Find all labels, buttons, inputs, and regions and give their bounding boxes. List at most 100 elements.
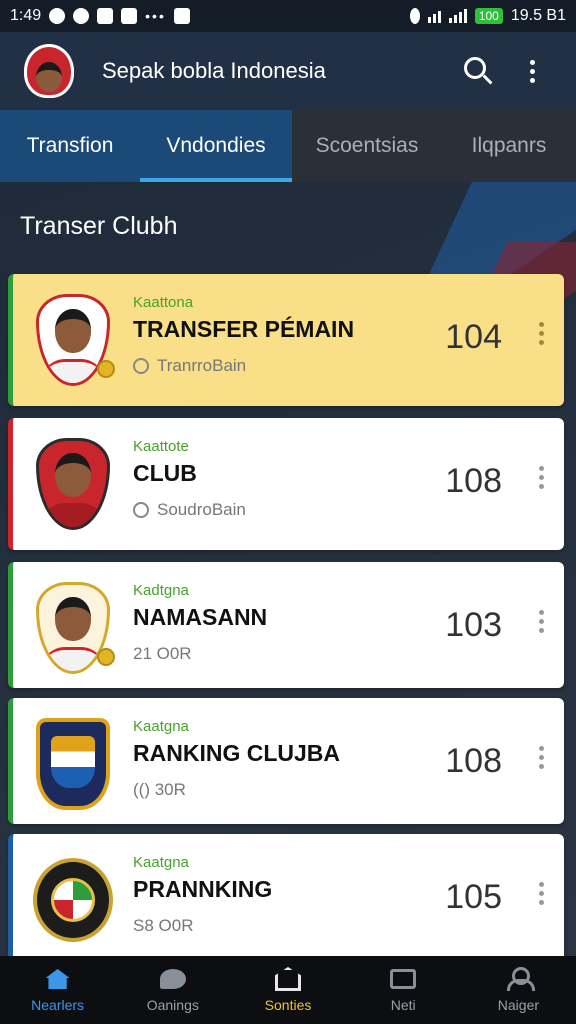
tag-icon [133,358,149,374]
card-category: Kaatgna [133,718,189,735]
football-icon [51,878,95,922]
player-face [36,62,62,92]
status-left: 1:49 ••• [10,7,190,25]
mail-icon [121,8,138,24]
search-icon [464,57,486,79]
player-face [55,309,91,353]
more-options-button[interactable] [512,51,552,91]
card-subtitle: TranrroBain [133,356,246,376]
nav-label: Sonties [264,997,312,1013]
card-value: 108 [445,742,502,780]
status-time: 1:49 [10,7,42,24]
player-face [55,597,91,641]
jersey [41,647,105,671]
card-subtitle: S8 O0R [133,916,193,936]
wifi-icon [427,9,441,23]
nav-label: Naiger [497,997,540,1013]
app-icon [173,8,190,24]
nav-item-oanings[interactable]: Oanings [115,956,230,1024]
more-vertical-icon[interactable] [539,746,544,769]
app-bar: Sepak bobla Indonesia [0,32,576,110]
list-item[interactable]: Kaattote CLUB SoudroBain 108 [8,418,564,550]
tab-vndondies[interactable]: Vndondies [140,110,292,182]
tab-ilqpanrs[interactable]: Ilqpanrs [442,110,576,182]
card-subtitle-text: SoudroBain [157,500,246,519]
bottom-nav: Nearlers Oanings Sonties Neti Naiger [0,956,576,1024]
more-vertical-icon[interactable] [539,322,544,345]
card-subtitle: SoudroBain [133,500,246,520]
nav-label: Nearlers [31,997,85,1013]
crest-emblem [51,736,95,788]
main-content: Transer Clubh Kaattona TRANSFER PÉMAIN T… [0,182,576,956]
club-crest-icon [36,718,110,810]
list-item[interactable]: Kaattona TRANSFER PÉMAIN TranrroBain 104 [8,274,564,406]
nav-label: Oanings [146,997,199,1013]
card-title: NAMASANN [133,604,268,630]
card-category: Kadtgna [133,582,189,599]
list-item[interactable]: Kaatgna PRANNKING S8 O0R 105 [8,834,564,956]
player-badge [33,580,115,676]
tab-bar: Transfion Vndondies Scoentsias Ilqpanrs [0,110,576,182]
house-icon [274,967,302,991]
section-title: Transer Clubh [20,212,178,240]
sync-icon [73,8,90,24]
football-crest-icon [33,858,113,942]
tab-scoentsias[interactable]: Scoentsias [292,110,442,182]
player-face [55,453,91,497]
card-value: 108 [445,462,502,500]
status-right: 100 19.5 B1 [409,7,566,25]
image-icon [97,8,114,24]
more-vertical-icon[interactable] [539,882,544,905]
notification-icon [49,8,66,24]
user-icon [504,967,536,991]
card-title: TRANSFER PÉMAIN [133,316,355,342]
search-button[interactable] [458,51,498,91]
card-subtitle-text: TranrroBain [157,356,247,375]
status-bar: 1:49 ••• 100 19.5 B1 [0,0,576,32]
card-value: 103 [445,606,502,644]
status-right-text: 19.5 B1 [510,7,566,24]
tab-transfion[interactable]: Transfion [0,110,140,182]
nav-item-neti[interactable]: Neti [346,956,461,1024]
card-value: 105 [445,878,502,916]
card-title: RANKING CLUJBA [133,740,340,766]
card-title: CLUB [133,460,197,486]
team-crest-icon[interactable] [24,44,74,98]
player-avatar [36,438,110,530]
list-item[interactable]: Kadtgna NAMASANN 21 O0R 103 [8,562,564,688]
card-subtitle-text: S8 O0R [133,916,194,935]
more-vertical-icon[interactable] [539,466,544,489]
medal-icon [97,648,115,666]
card-title: PRANNKING [133,876,273,902]
nav-item-sonties[interactable]: Sonties [230,956,345,1024]
card-subtitle: 21 O0R [133,644,192,664]
card-subtitle-text: (() 30R [133,780,186,799]
bluetooth-icon [409,8,420,24]
jersey [41,503,105,527]
card-subtitle: (() 30R [133,780,186,800]
app-title: Sepak bobla Indonesia [102,58,326,83]
medal-icon [97,360,115,378]
battery-icon: 100 [474,8,503,24]
more-vertical-icon [529,59,535,83]
nav-item-nearlers[interactable]: Nearlers [0,956,115,1024]
more-vertical-icon[interactable] [539,610,544,633]
chat-icon [159,967,187,991]
list-item[interactable]: Kaatgna RANKING CLUJBA (() 30R 108 [8,698,564,824]
jersey [41,359,105,383]
nav-label: Neti [390,997,416,1013]
card-value: 104 [445,318,502,356]
card-category: Kaattona [133,294,194,311]
player-badge [33,436,113,532]
nav-item-naiger[interactable]: Naiger [461,956,576,1024]
card-subtitle-text: 21 O0R [133,644,192,663]
club-badge [33,852,113,948]
card-icon [389,967,417,991]
cell-signal-icon [448,9,467,23]
club-badge [33,716,113,812]
home-icon [44,967,72,991]
player-badge [33,292,115,388]
more-dots-icon: ••• [145,8,166,24]
card-category: Kaatgna [133,854,189,871]
tag-icon [133,502,149,518]
